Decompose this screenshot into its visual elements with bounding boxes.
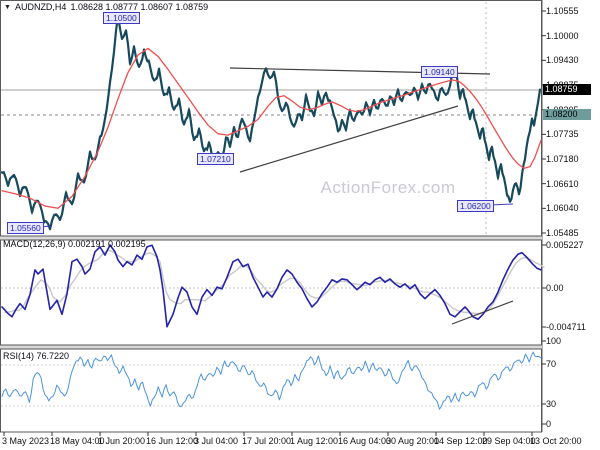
price-panel-canvas[interactable] (0, 0, 542, 236)
trading-chart-window: ActionForex.com ▼ AUDNZD,H4 1.08628 1.08… (0, 0, 600, 450)
macd-panel-canvas[interactable] (0, 240, 542, 345)
price-axis[interactable] (542, 0, 600, 432)
rsi-panel-canvas[interactable] (0, 349, 542, 432)
time-axis[interactable] (0, 432, 600, 450)
